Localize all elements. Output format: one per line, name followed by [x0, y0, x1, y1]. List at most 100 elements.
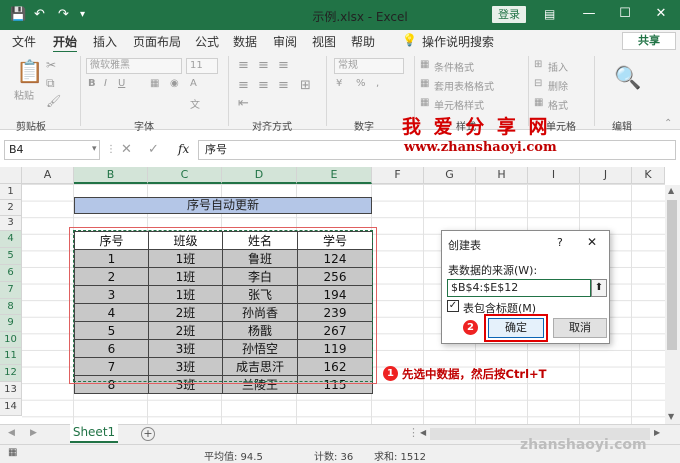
column-header-i[interactable]: I: [528, 167, 580, 184]
save-icon[interactable]: 💾: [10, 7, 26, 22]
tab-help[interactable]: 帮助: [351, 33, 375, 50]
share-button[interactable]: 共享: [622, 32, 676, 50]
has-headers-checkbox[interactable]: ✓: [447, 300, 459, 312]
format-painter-icon[interactable]: 🖌: [46, 94, 61, 108]
column-header-g[interactable]: G: [424, 167, 476, 184]
column-header-f[interactable]: F: [372, 167, 424, 184]
paste-icon[interactable]: 📋: [16, 60, 43, 85]
row-header-5[interactable]: 5: [0, 248, 22, 265]
column-header-d[interactable]: D: [222, 167, 297, 184]
column-header-j[interactable]: J: [580, 167, 632, 184]
insert-function-button[interactable]: fx: [178, 142, 189, 156]
cell-style-button[interactable]: 单元格样式: [434, 97, 484, 112]
currency-icon[interactable]: ¥: [336, 78, 342, 89]
redo-icon[interactable]: ↷: [58, 7, 69, 22]
align-top-icon[interactable]: ≡: [238, 58, 249, 73]
prev-sheet-icon[interactable]: ◀: [8, 428, 15, 438]
underline-icon[interactable]: U: [118, 78, 125, 89]
column-header-h[interactable]: H: [476, 167, 528, 184]
column-header-e[interactable]: E: [297, 167, 372, 184]
search-icon[interactable]: 🔍: [614, 66, 641, 91]
format-cells-button[interactable]: 格式: [548, 97, 568, 112]
dialog-close-icon[interactable]: ✕: [587, 235, 597, 249]
row-header-2[interactable]: 2: [0, 200, 22, 216]
row-header-3[interactable]: 3: [0, 216, 22, 231]
chevron-down-icon[interactable]: ▾: [80, 9, 85, 20]
tab-formulas[interactable]: 公式: [195, 33, 219, 50]
close-button[interactable]: ✕: [650, 6, 672, 21]
cut-icon[interactable]: ✂: [46, 58, 56, 72]
tell-me-search[interactable]: 操作说明搜索: [422, 33, 494, 50]
tab-view[interactable]: 视图: [312, 33, 336, 50]
scroll-up-icon[interactable]: ▲: [668, 186, 674, 195]
scroll-right-icon[interactable]: ▶: [654, 428, 660, 437]
delete-cells-button[interactable]: 删除: [548, 78, 568, 93]
add-sheet-icon[interactable]: +: [141, 427, 155, 441]
formula-input[interactable]: 序号: [198, 140, 676, 160]
tab-insert[interactable]: 插入: [93, 33, 117, 50]
cancel-button[interactable]: 取消: [553, 318, 607, 338]
name-box[interactable]: B4: [4, 140, 100, 160]
row-header-13[interactable]: 13: [0, 382, 22, 399]
row-header-10[interactable]: 10: [0, 332, 22, 348]
ribbon-display-icon[interactable]: ▤: [544, 7, 555, 21]
select-all-corner[interactable]: [0, 167, 22, 184]
tab-page-layout[interactable]: 页面布局: [133, 33, 181, 50]
scroll-down-icon[interactable]: ▼: [668, 412, 674, 421]
align-bottom-icon[interactable]: ≡: [278, 58, 289, 73]
row-header-14[interactable]: 14: [0, 399, 22, 416]
undo-icon[interactable]: ↶: [34, 7, 45, 22]
cancel-entry-icon[interactable]: ✕: [121, 142, 132, 157]
row-header-4[interactable]: 4: [0, 231, 22, 248]
row-header-12[interactable]: 12: [0, 365, 22, 382]
align-right-icon[interactable]: ≡: [278, 78, 289, 93]
row-header-7[interactable]: 7: [0, 282, 22, 299]
sheet-tab-sheet1[interactable]: Sheet1: [70, 424, 118, 443]
phonetic-icon[interactable]: 文: [190, 96, 200, 111]
copy-icon[interactable]: ⧉: [46, 76, 55, 91]
font-name-combo[interactable]: 微软雅黑: [86, 58, 182, 74]
row-header-11[interactable]: 11: [0, 348, 22, 365]
column-header-b[interactable]: B: [74, 167, 148, 184]
column-header-k[interactable]: K: [632, 167, 665, 184]
tab-data[interactable]: 数据: [233, 33, 257, 50]
font-size-combo[interactable]: 11: [186, 58, 218, 74]
row-header-6[interactable]: 6: [0, 265, 22, 282]
insert-cells-button[interactable]: 插入: [548, 59, 568, 74]
row-header-8[interactable]: 8: [0, 299, 22, 315]
record-macro-icon[interactable]: ▦: [8, 447, 17, 458]
number-format-combo[interactable]: 常规: [334, 58, 404, 74]
login-button[interactable]: 登录: [492, 6, 526, 23]
next-sheet-icon[interactable]: ▶: [30, 428, 37, 438]
bold-icon[interactable]: B: [88, 78, 96, 89]
row-header-1[interactable]: 1: [0, 184, 22, 200]
column-header-c[interactable]: C: [148, 167, 222, 184]
collapse-ribbon-icon[interactable]: ⌃: [664, 118, 672, 129]
table-format-button[interactable]: 套用表格格式: [434, 78, 494, 93]
indent-icon[interactable]: ⇤: [238, 96, 249, 111]
title-cell[interactable]: 序号自动更新: [74, 197, 372, 214]
font-color-icon[interactable]: A: [190, 78, 197, 89]
confirm-entry-icon[interactable]: ✓: [148, 142, 159, 157]
border-icon[interactable]: ▦: [150, 78, 159, 89]
merge-icon[interactable]: ⊞: [300, 78, 311, 93]
tab-home[interactable]: 开始: [53, 33, 78, 53]
vertical-scroll-thumb[interactable]: [667, 200, 677, 350]
comma-icon[interactable]: ,: [376, 78, 379, 89]
source-range-input[interactable]: $B$4:$E$12: [447, 279, 591, 297]
help-icon[interactable]: ?: [557, 236, 563, 249]
fill-color-icon[interactable]: ◉: [170, 78, 179, 89]
maximize-button[interactable]: ☐: [614, 6, 636, 21]
percent-icon[interactable]: %: [356, 78, 366, 89]
tab-review[interactable]: 审阅: [273, 33, 297, 50]
minimize-button[interactable]: —: [578, 6, 600, 21]
tab-file[interactable]: 文件: [12, 33, 36, 50]
chevron-down-icon[interactable]: ▾: [92, 144, 97, 154]
align-left-icon[interactable]: ≡: [238, 78, 249, 93]
align-center-icon[interactable]: ≡: [258, 78, 269, 93]
conditional-format-button[interactable]: 条件格式: [434, 59, 474, 74]
row-header-9[interactable]: 9: [0, 315, 22, 332]
italic-icon[interactable]: I: [104, 78, 107, 89]
column-header-a[interactable]: A: [22, 167, 74, 184]
scroll-left-icon[interactable]: ◀: [420, 428, 426, 437]
